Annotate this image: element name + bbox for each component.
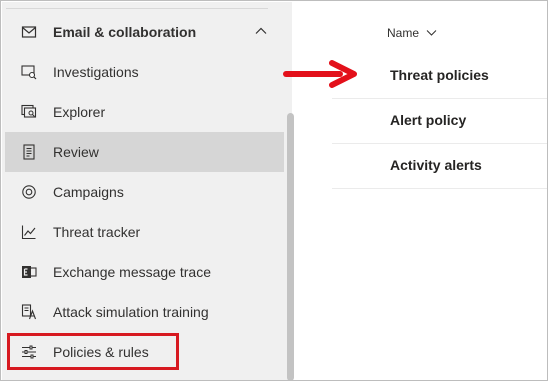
window-frame: Email & collaboration Investigations Exp… (0, 0, 548, 381)
review-icon (21, 144, 37, 160)
sidebar-item-exchange-message-trace[interactable]: Exchange message trace (5, 252, 284, 292)
table-row[interactable]: Activity alerts (332, 144, 547, 189)
column-header-name[interactable]: Name (387, 26, 437, 40)
sidebar-item-label: Explorer (53, 104, 106, 120)
navigation-sidebar: Email & collaboration Investigations Exp… (2, 2, 284, 380)
attack-simulation-icon (21, 304, 37, 320)
sidebar-item-investigations[interactable]: Investigations (5, 52, 284, 92)
sidebar-item-campaigns[interactable]: Campaigns (5, 172, 284, 212)
table-row[interactable]: Alert policy (332, 99, 547, 144)
campaigns-icon (21, 184, 37, 200)
sidebar-item-explorer[interactable]: Explorer (5, 92, 284, 132)
annotation-arrow (283, 60, 357, 88)
chart-icon (21, 224, 37, 240)
explorer-icon (21, 104, 37, 120)
row-name[interactable]: Threat policies (390, 67, 489, 83)
nav-section-label: Email & collaboration (53, 24, 197, 40)
chevron-down-icon (426, 30, 437, 36)
sidebar-item-label: Attack simulation training (53, 304, 209, 320)
column-header-label: Name (387, 26, 420, 40)
sidebar-item-label: Investigations (53, 64, 139, 80)
chevron-up-icon[interactable] (254, 24, 268, 38)
sidebar-item-label: Threat tracker (53, 224, 141, 240)
row-name[interactable]: Alert policy (390, 112, 466, 128)
investigations-icon (21, 64, 37, 80)
sidebar-item-attack-simulation-training[interactable]: Attack simulation training (5, 292, 284, 332)
mail-icon (21, 24, 37, 40)
sidebar-item-review[interactable]: Review (5, 132, 284, 172)
sidebar-divider (6, 8, 268, 9)
sidebar-item-threat-tracker[interactable]: Threat tracker (5, 212, 284, 252)
row-name[interactable]: Activity alerts (390, 157, 482, 173)
table-row[interactable]: Threat policies (332, 54, 547, 99)
sidebar-item-label: Review (53, 144, 99, 160)
exchange-icon (21, 264, 37, 280)
annotation-highlight-box (7, 333, 179, 370)
nav-section-email-collaboration[interactable]: Email & collaboration (5, 12, 284, 52)
sidebar-item-label: Exchange message trace (53, 264, 211, 280)
sidebar-scrollbar-thumb[interactable] (287, 113, 294, 380)
sidebar-item-label: Campaigns (53, 184, 124, 200)
